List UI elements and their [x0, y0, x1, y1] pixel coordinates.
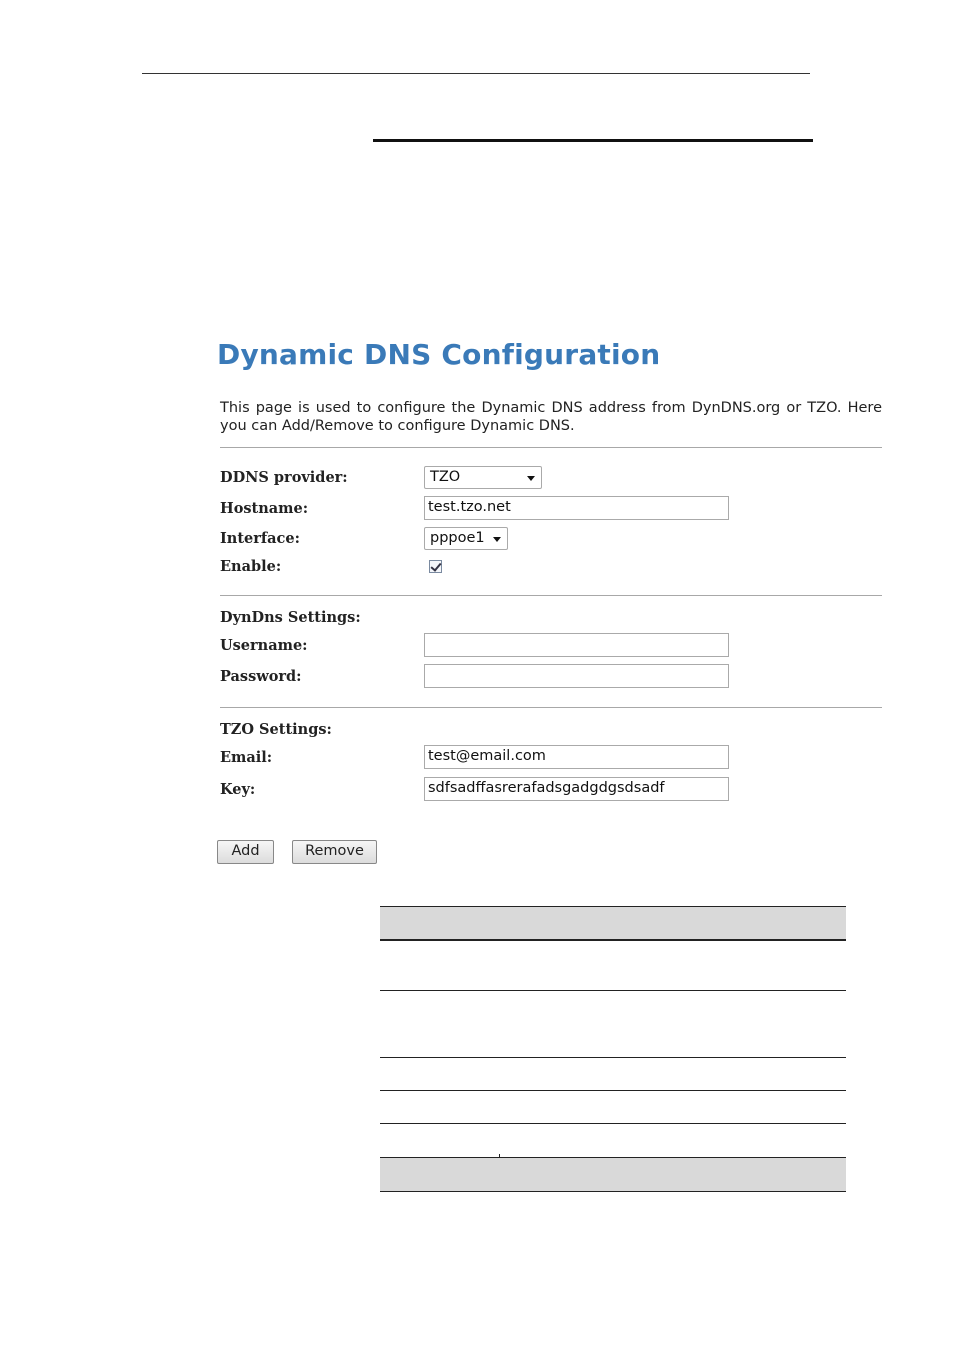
password-input[interactable]: [424, 664, 729, 688]
ddns-provider-label: DDNS provider:: [220, 469, 348, 486]
section-heading-rule: [373, 139, 813, 142]
divider: [220, 447, 882, 448]
chevron-down-icon: [493, 537, 501, 542]
ddns-provider-select[interactable]: TZO: [424, 466, 542, 489]
ddns-provider-value: TZO: [430, 469, 461, 485]
key-input[interactable]: sdfsadffasrerafadsgadgdgsdsadf: [424, 777, 729, 801]
table-rule: [380, 1157, 846, 1158]
hostname-input[interactable]: test.tzo.net: [424, 496, 729, 520]
username-label: Username:: [220, 637, 308, 654]
table-rule: [380, 906, 846, 907]
password-label: Password:: [220, 668, 302, 685]
hostname-label: Hostname:: [220, 500, 309, 517]
page-description: This page is used to configure the Dynam…: [220, 400, 882, 434]
table-rule: [380, 990, 846, 991]
divider: [220, 595, 882, 596]
interface-label: Interface:: [220, 530, 300, 547]
table-rule: [380, 1191, 846, 1192]
tzo-settings-heading: TZO Settings:: [220, 721, 332, 738]
dyndns-settings-heading: DynDns Settings:: [220, 609, 361, 626]
page-title: Dynamic DNS Configuration: [217, 338, 661, 371]
enable-checkbox[interactable]: [429, 560, 442, 573]
table-header-bar: [380, 906, 846, 939]
table-rule: [380, 1090, 846, 1091]
checkmark-icon: [430, 560, 442, 572]
key-label: Key:: [220, 781, 256, 798]
divider: [220, 707, 882, 708]
table-rule: [380, 939, 846, 941]
email-label: Email:: [220, 749, 273, 766]
table-rule: [380, 1057, 846, 1058]
interface-select[interactable]: pppoe1: [424, 527, 508, 550]
table-footer-bar: [380, 1157, 846, 1191]
chevron-down-icon: [527, 476, 535, 481]
enable-label: Enable:: [220, 558, 282, 575]
table-rule: [380, 1123, 846, 1124]
page-top-rule: [142, 73, 810, 74]
interface-value: pppoe1: [430, 530, 485, 546]
add-button[interactable]: Add: [217, 840, 274, 864]
remove-button[interactable]: Remove: [292, 840, 377, 864]
email-input[interactable]: test@email.com: [424, 745, 729, 769]
username-input[interactable]: [424, 633, 729, 657]
